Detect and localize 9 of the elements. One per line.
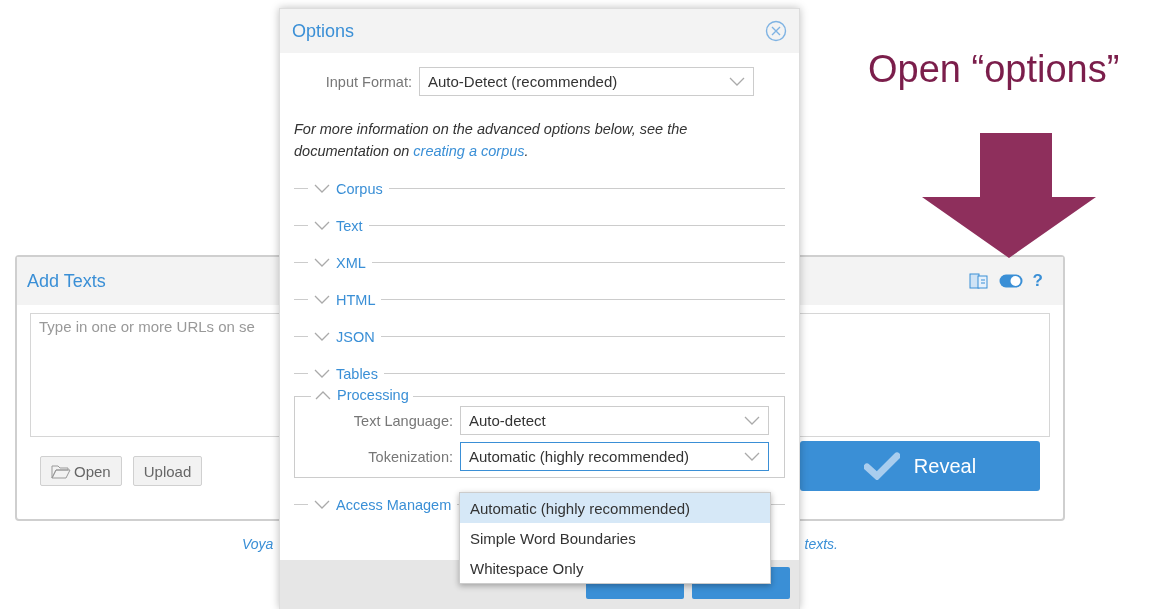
dialog-title: Options — [292, 20, 356, 42]
footer-text: texts. — [804, 536, 838, 552]
panel-title: Add Texts — [27, 270, 107, 292]
footer-text: Voya — [242, 536, 274, 552]
field-label: Text Language: — [352, 412, 453, 429]
info-text: For more information on the advanced options below, see the documentation on creating a corpus. — [294, 120, 689, 161]
annotation-text: Open “options” — [868, 48, 1120, 91]
field-label: Tokenization: — [367, 448, 453, 465]
field-label: Input Format: — [324, 73, 412, 90]
